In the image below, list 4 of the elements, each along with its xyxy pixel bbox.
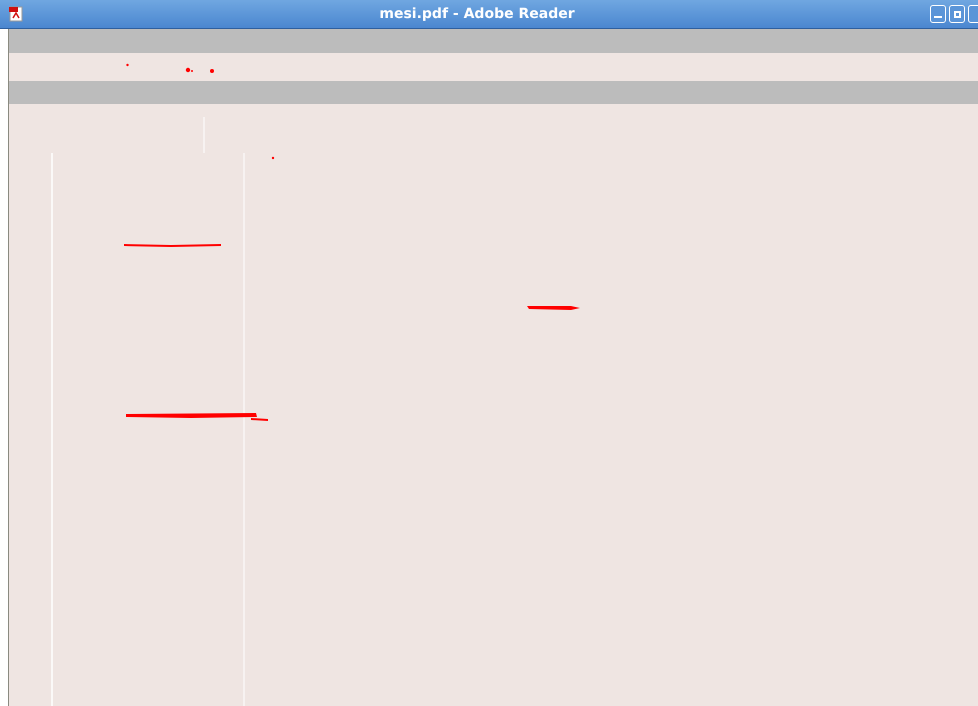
pdf-document-icon (8, 6, 24, 22)
window-title: mesi.pdf - Adobe Reader (379, 4, 575, 24)
minimize-button[interactable] (930, 5, 946, 23)
maximize-button[interactable] (949, 5, 965, 23)
